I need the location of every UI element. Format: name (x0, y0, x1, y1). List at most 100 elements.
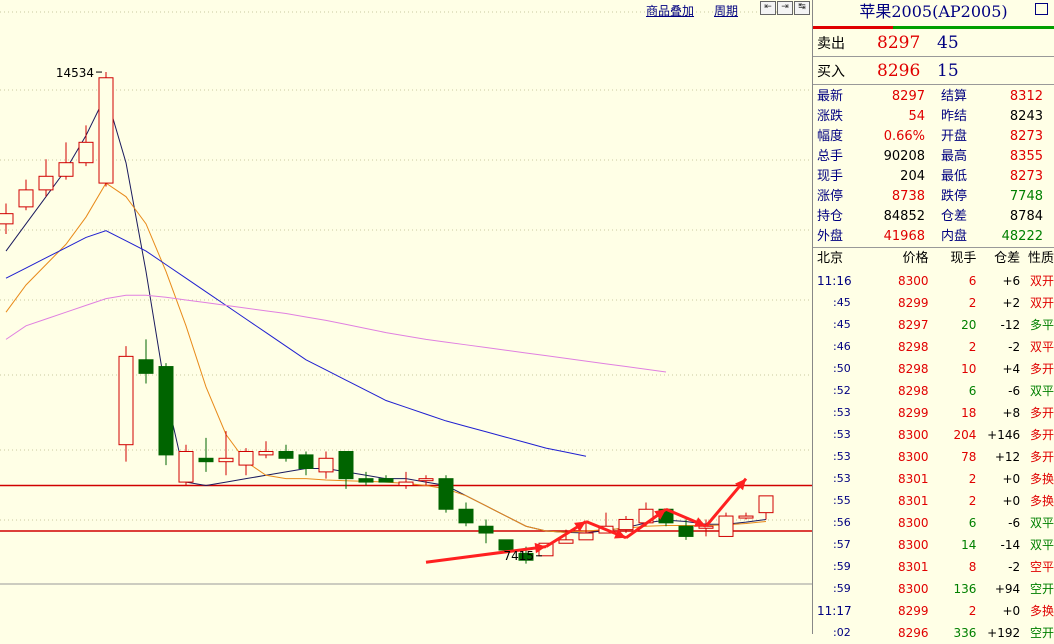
stat-label: 仓差 (941, 209, 968, 224)
tick-time: 11:16 (817, 274, 852, 288)
tick-header: 北京 价格 现手 仓差 性质 (813, 248, 1054, 270)
buy-label: 买入 (817, 63, 845, 80)
tick-nature: 双平 (1029, 340, 1054, 354)
tick-nature: 多开 (1029, 428, 1054, 442)
tick-oi-change: +12 (994, 450, 1021, 464)
tick-price: 8300 (898, 538, 929, 552)
chart-canvas[interactable]: 14534 7415 (0, 0, 812, 634)
nav-right-button[interactable]: ⇥ (777, 1, 793, 15)
low-price-label: 7415 (503, 549, 534, 563)
candle-body (418, 478, 434, 482)
candle-body (678, 525, 694, 537)
candle-body (118, 355, 134, 446)
tick-volume: 204 (953, 428, 977, 442)
stat-value: 8273 (1009, 129, 1043, 144)
candle-body (18, 189, 34, 208)
tick-row: :53 8299 18 +8 多开 (813, 402, 1054, 424)
tick-header-vol: 现手 (950, 251, 977, 266)
overlay-link[interactable]: 商品叠加 (646, 2, 694, 19)
tick-oi-change: +192 (987, 626, 1021, 640)
moving-average-line (5, 230, 587, 457)
candle-body (578, 532, 594, 541)
tick-price: 8301 (898, 472, 929, 486)
tick-time: :02 (833, 626, 851, 639)
tick-price: 8300 (898, 428, 929, 442)
tick-time: :52 (833, 384, 851, 397)
stat-value: 84852 (883, 209, 925, 224)
tick-time: :45 (833, 318, 851, 331)
stat-label: 开盘 (941, 129, 968, 144)
candle-body (138, 359, 154, 374)
tick-nature: 多开 (1029, 406, 1054, 420)
buy-sell-bar (813, 26, 1054, 29)
stat-value: 41968 (883, 229, 925, 244)
stat-label: 涨停 (817, 189, 844, 204)
tick-volume: 14 (961, 538, 977, 552)
period-link[interactable]: 周期 (714, 2, 738, 19)
tick-nature: 多换 (1029, 494, 1054, 508)
tick-row: :52 8298 6 -6 双平 (813, 380, 1054, 402)
tick-row: 11:17 8299 2 +0 多换 (813, 600, 1054, 622)
candlestick-chart[interactable]: 14534 7415 (0, 0, 812, 634)
stats-grid: 最新 8297 结算 8312 涨跌 54 昨结 8243 幅度 0.66% 开盘 8273 总手 902… (813, 85, 1054, 248)
tick-time: 11:17 (817, 604, 852, 618)
candle-body (218, 457, 234, 463)
stat-value: 8784 (1009, 209, 1043, 224)
tick-nature: 空平 (1029, 560, 1054, 574)
stat-label: 最新 (817, 89, 844, 104)
tick-nature: 双平 (1029, 538, 1054, 552)
quote-panel: 苹果2005(AP2005) 卖出 8297 45 买入 8296 15 最新 8… (812, 0, 1054, 640)
tick-oi-change: +2 (1002, 296, 1021, 310)
tick-price: 8301 (898, 494, 929, 508)
candle-body (258, 450, 274, 456)
sell-volume: 45 (937, 32, 959, 53)
stat-value: 204 (900, 169, 925, 184)
stat-row: 持仓 84852 仓差 8784 (813, 207, 1054, 227)
tick-time: :53 (833, 406, 851, 419)
tick-oi-change: -6 (1008, 516, 1021, 530)
stat-label: 昨结 (941, 109, 968, 124)
tick-oi-change: -14 (1000, 538, 1021, 552)
tick-price: 8298 (898, 362, 929, 376)
stat-value: 8273 (1009, 169, 1043, 184)
sell-price: 8297 (877, 32, 921, 53)
buy-row: 买入 8296 15 (813, 57, 1054, 85)
stat-row: 外盘 41968 内盘 48222 (813, 227, 1054, 247)
tick-row: :45 8297 20 -12 多平 (813, 314, 1054, 336)
tick-volume: 20 (961, 318, 977, 332)
tick-volume: 6 (968, 274, 977, 288)
tick-time: :50 (833, 362, 851, 375)
tick-time: :45 (833, 296, 851, 309)
restore-icon[interactable] (1035, 3, 1048, 15)
nav-toggle-button[interactable]: ↹ (794, 1, 810, 15)
stat-value: 8355 (1009, 149, 1043, 164)
tick-time: :53 (833, 472, 851, 485)
tick-volume: 6 (968, 384, 977, 398)
stat-value: 7748 (1009, 189, 1043, 204)
stat-value: 54 (908, 109, 925, 124)
candle-body (298, 454, 314, 469)
tick-list[interactable]: 11:16 8300 6 +6 双开:45 8299 2 +2 双开:45 8297 20 -12 多平… (813, 270, 1054, 644)
tick-time: :46 (833, 340, 851, 353)
stat-value: 90208 (883, 149, 925, 164)
tick-nature: 双开 (1029, 296, 1054, 310)
candle-body (178, 450, 194, 483)
contract-name: 苹果2005(AP2005) (859, 2, 1008, 21)
candle-body (458, 508, 474, 524)
stat-value: 48222 (1001, 229, 1043, 244)
candle-body (238, 450, 254, 466)
tick-time: :59 (833, 582, 851, 595)
sell-row: 卖出 8297 45 (813, 29, 1054, 57)
stat-label: 最低 (941, 169, 968, 184)
contract-title: 苹果2005(AP2005) (813, 0, 1054, 26)
nav-left-button[interactable]: ⇤ (760, 1, 776, 15)
tick-oi-change: +0 (1002, 604, 1021, 618)
tick-time: :59 (833, 560, 851, 573)
tick-oi-change: -6 (1008, 384, 1021, 398)
tick-price: 8301 (898, 560, 929, 574)
tick-nature: 多换 (1029, 604, 1054, 618)
tick-row: 11:16 8300 6 +6 双开 (813, 270, 1054, 292)
tick-volume: 2 (968, 494, 977, 508)
candle-body (478, 525, 494, 534)
buy-price: 8296 (877, 60, 921, 81)
